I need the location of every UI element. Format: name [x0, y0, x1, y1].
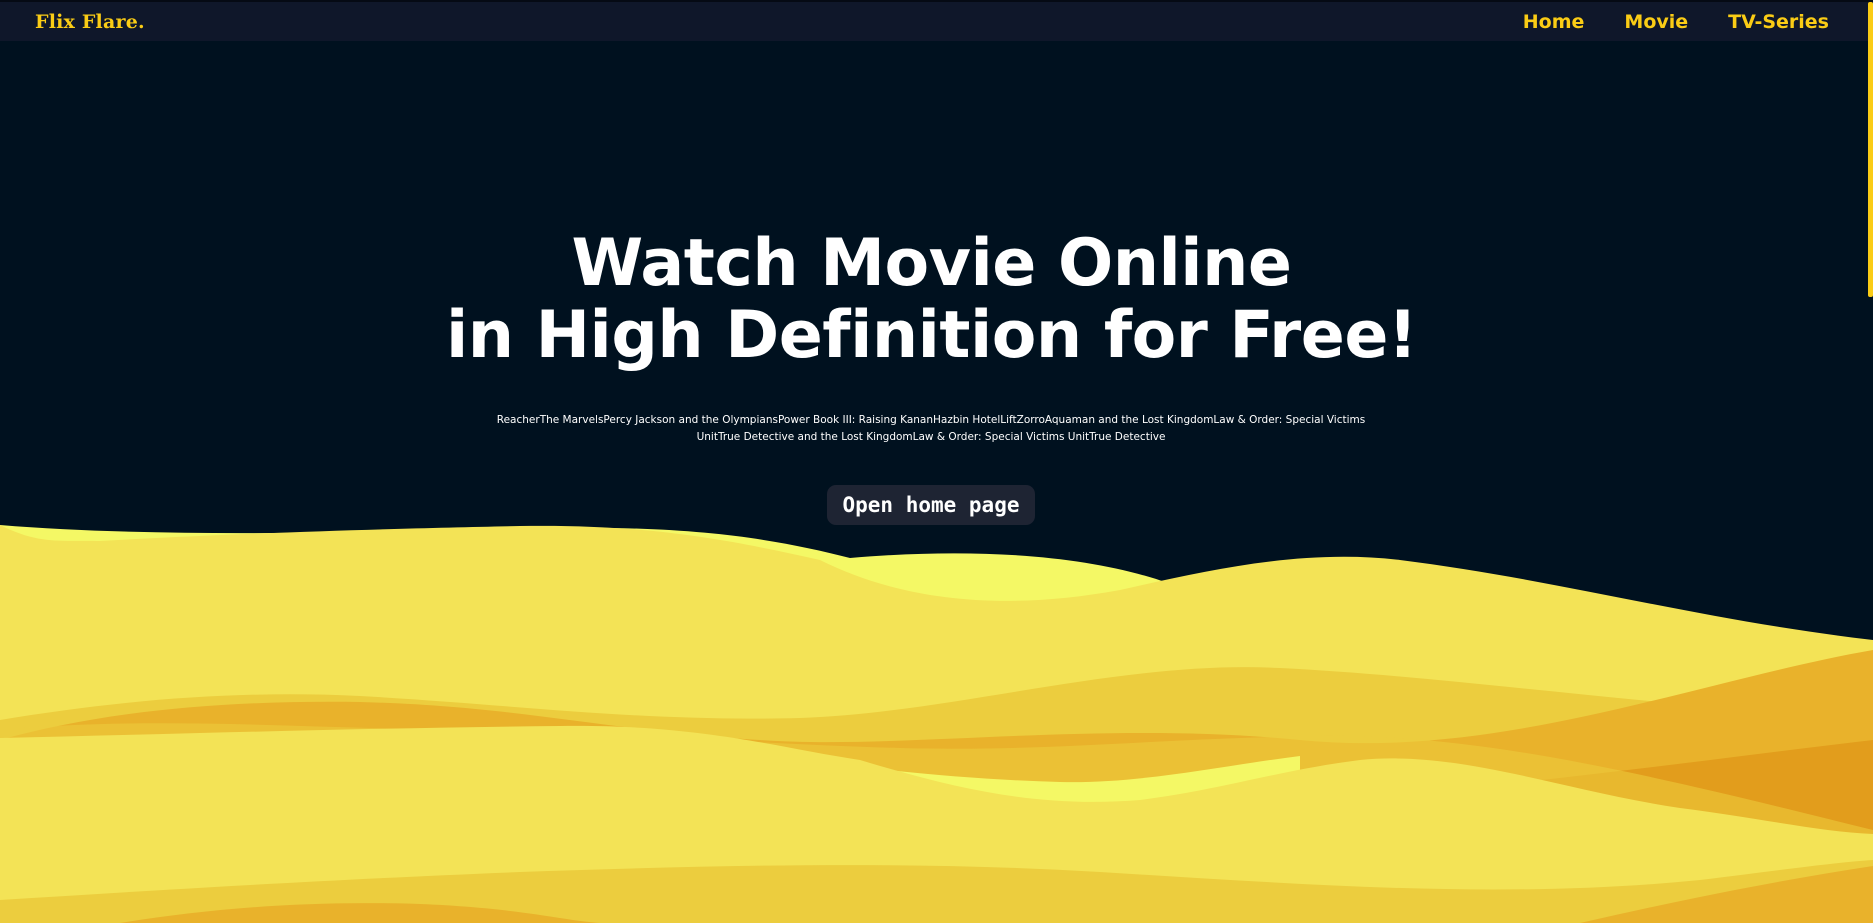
hero-title-line-2: in High Definition for Free!	[445, 298, 1418, 373]
navbar: Flix Flare. Home Movie TV-Series	[0, 0, 1873, 41]
nav-links: Home Movie TV-Series	[1523, 11, 1829, 33]
hero-title-line-1: Watch Movie Online	[571, 226, 1292, 301]
sand-waves-decoration	[0, 525, 1873, 923]
nav-link-home[interactable]: Home	[1523, 11, 1585, 33]
brand-logo[interactable]: Flix Flare.	[35, 11, 145, 33]
open-home-page-button[interactable]: Open home page	[827, 485, 1035, 525]
movie-ticker: ReacherThe MarvelsPercy Jackson and the …	[496, 414, 1366, 443]
scrollbar-thumb[interactable]	[1868, 2, 1873, 297]
hero-title: Watch Movie Online in High Definition fo…	[0, 228, 1863, 372]
page: Flix Flare. Home Movie TV-Series Watch M…	[0, 0, 1873, 923]
nav-link-tv-series[interactable]: TV-Series	[1728, 11, 1829, 33]
nav-link-movie[interactable]: Movie	[1624, 11, 1688, 33]
